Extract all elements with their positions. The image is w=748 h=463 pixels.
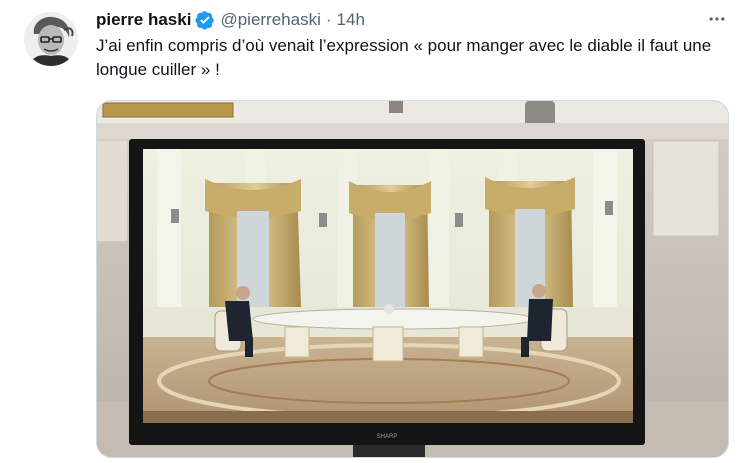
author-handle[interactable]: @pierrehaski — [220, 10, 320, 30]
tweet-header: pierre haski @pierrehaski · 14h — [96, 8, 730, 32]
author-avatar[interactable] — [24, 12, 78, 66]
tv-brand-label: SHARP — [377, 434, 398, 440]
more-horizontal-icon[interactable] — [704, 6, 730, 32]
tweet-text: J’ai enfin compris d’où venait l’express… — [96, 36, 712, 79]
photo-tv-meeting-scene: SHARP — [97, 101, 728, 457]
header-separator: · — [325, 10, 332, 29]
verified-badge-icon[interactable] — [195, 10, 215, 30]
tweet-photo[interactable]: SHARP — [96, 100, 729, 458]
tweet-timestamp[interactable]: 14h — [337, 10, 365, 30]
tweet[interactable]: pierre haski @pierrehaski · 14h J’ai enf… — [0, 0, 748, 463]
user-portrait-avatar — [24, 12, 78, 66]
author-name[interactable]: pierre haski — [96, 10, 191, 30]
